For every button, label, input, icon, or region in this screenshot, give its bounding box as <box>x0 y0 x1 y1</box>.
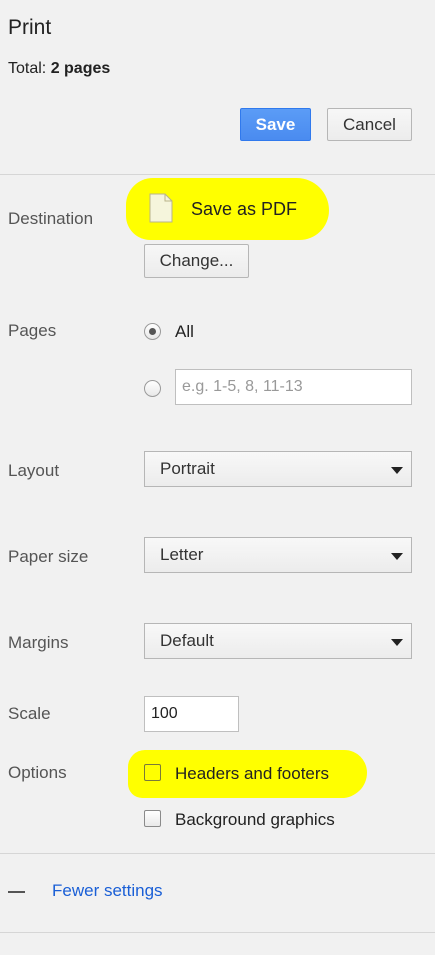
layout-value: Portrait <box>160 459 215 478</box>
pages-label: Pages <box>8 321 57 340</box>
minus-icon <box>8 891 25 893</box>
options-label: Options <box>8 763 67 782</box>
chevron-down-icon <box>391 553 403 560</box>
paper-size-select[interactable]: Letter <box>144 537 412 573</box>
pages-custom-radio[interactable] <box>144 380 161 397</box>
chevron-down-icon <box>391 467 403 474</box>
chevron-down-icon <box>391 639 403 646</box>
total-prefix: Total: <box>8 60 51 77</box>
headers-footers-label: Headers and footers <box>175 764 330 783</box>
layout-label: Layout <box>8 461 60 480</box>
margins-value: Default <box>160 631 214 650</box>
total-pages: Total: 2 pages <box>8 60 110 78</box>
pages-all-label: All <box>175 322 194 341</box>
margins-label: Margins <box>8 633 69 652</box>
footer-divider-bottom <box>0 932 435 933</box>
scale-input[interactable] <box>144 696 239 732</box>
background-graphics-checkbox[interactable] <box>144 810 161 827</box>
scale-label: Scale <box>8 704 51 723</box>
footer-divider-top <box>0 853 435 854</box>
destination-label: Destination <box>8 209 94 228</box>
background-graphics-label: Background graphics <box>175 810 335 829</box>
document-icon <box>149 193 173 223</box>
header-divider <box>0 174 435 175</box>
destination-name: Save as PDF <box>191 199 298 219</box>
save-button[interactable]: Save <box>240 108 311 141</box>
cancel-button[interactable]: Cancel <box>327 108 412 141</box>
paper-size-label: Paper size <box>8 547 89 566</box>
layout-select[interactable]: Portrait <box>144 451 412 487</box>
pages-range-input[interactable] <box>175 369 412 405</box>
pages-all-radio[interactable] <box>144 323 161 340</box>
page-title: Print <box>8 16 52 39</box>
margins-select[interactable]: Default <box>144 623 412 659</box>
paper-size-value: Letter <box>160 545 204 564</box>
change-destination-button[interactable]: Change... <box>144 244 249 278</box>
print-header: Print Total: 2 pages Save Cancel <box>0 0 435 175</box>
total-value: 2 pages <box>50 60 111 77</box>
headers-footers-checkbox[interactable] <box>144 764 161 781</box>
fewer-settings-link[interactable]: Fewer settings <box>52 881 163 901</box>
